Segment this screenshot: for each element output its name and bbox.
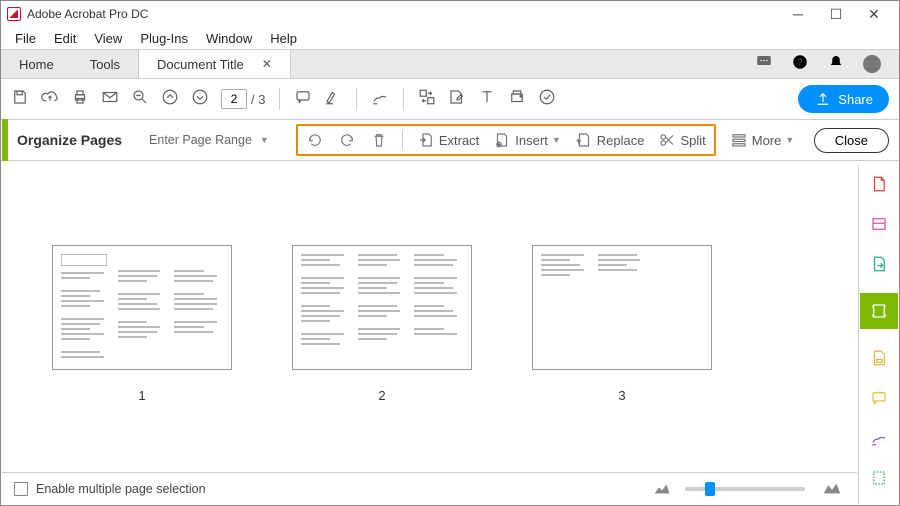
footer-bar: Enable multiple page selection [2,472,857,504]
text-icon[interactable] [478,88,496,111]
help-icon[interactable]: ? [791,53,809,76]
rail-organize-icon[interactable] [860,293,898,329]
split-button[interactable]: Split [658,131,705,149]
rotate-cw-button[interactable] [338,131,356,149]
comment-icon[interactable] [294,88,312,111]
bell-icon[interactable] [827,53,845,76]
print-production-icon[interactable] [508,88,526,111]
page-thumbnail[interactable]: 2 [292,245,472,471]
page-thumbnail[interactable]: 1 [52,245,232,471]
more-button[interactable]: More ▼ [730,131,795,149]
delete-button[interactable] [370,131,388,149]
rail-comment-icon[interactable] [868,387,890,409]
print-icon[interactable] [71,88,89,111]
extract-button[interactable]: Extract [417,131,479,149]
page-range-label: Enter Page Range [149,133,252,147]
tab-tools[interactable]: Tools [72,50,138,78]
multi-select-checkbox[interactable] [14,482,28,496]
rail-edit-icon[interactable] [868,347,890,369]
thumbnail-label: 2 [292,388,472,403]
thumbnail-label: 3 [532,388,712,403]
rail-export-icon[interactable] [868,253,890,275]
app-icon [7,7,21,21]
menu-plugins[interactable]: Plug-Ins [132,29,196,48]
tab-close-icon[interactable]: ✕ [262,57,272,71]
window-close[interactable]: ✕ [855,1,893,27]
zoom-out-icon[interactable] [131,88,149,111]
thumbnail-label: 1 [52,388,232,403]
page-down-icon[interactable] [191,88,209,111]
page-range-dropdown[interactable]: Enter Page Range ▼ [142,128,276,152]
tab-document-label: Document Title [157,57,244,72]
menu-window[interactable]: Window [198,29,260,48]
rail-protect-icon[interactable] [868,467,890,489]
avatar[interactable] [863,55,881,73]
titlebar: Adobe Acrobat Pro DC ─ ☐ ✕ [1,1,899,27]
chevron-down-icon: ▼ [552,135,561,145]
organize-accent [2,119,8,161]
rail-combine-icon[interactable] [868,213,890,235]
thumbnail-area: 1 2 3 [2,165,857,471]
insert-button[interactable]: Insert ▼ [493,131,560,149]
close-button[interactable]: Close [814,128,889,153]
cloud-upload-icon[interactable] [41,88,59,111]
rail-sign-icon[interactable] [868,427,890,449]
page-total-label: / 3 [251,92,265,107]
menu-bar: File Edit View Plug-Ins Window Help [1,27,899,49]
tab-home[interactable]: Home [1,50,72,78]
window-maximize[interactable]: ☐ [817,1,855,27]
window-minimize[interactable]: ─ [779,1,817,27]
menu-edit[interactable]: Edit [46,29,84,48]
tab-document[interactable]: Document Title ✕ [138,50,291,78]
zoom-small-icon[interactable] [653,483,671,495]
main-toolbar: / 3 Share [1,79,899,119]
menu-help[interactable]: Help [262,29,305,48]
share-button[interactable]: Share [798,85,889,113]
mail-icon[interactable] [101,88,119,111]
chat-icon[interactable] [755,53,773,76]
rotate-ccw-button[interactable] [306,131,324,149]
check-circle-icon[interactable] [538,88,556,111]
zoom-handle[interactable] [705,482,715,496]
zoom-slider[interactable] [685,487,805,491]
zoom-large-icon[interactable] [819,483,845,495]
chevron-down-icon: ▼ [260,135,269,145]
tool-rail [858,165,898,504]
page-number-input[interactable] [221,89,247,109]
chevron-down-icon: ▼ [785,135,794,145]
sign-icon[interactable] [371,88,389,111]
organize-highlight-group: Extract Insert ▼ Replace Split [296,124,716,156]
rail-create-pdf-icon[interactable] [868,173,890,195]
convert-icon[interactable] [418,88,436,111]
page-up-icon[interactable] [161,88,179,111]
page-thumbnail[interactable]: 3 [532,245,712,471]
multi-select-label: Enable multiple page selection [36,482,206,496]
tab-strip: Home Tools Document Title ✕ ? [1,49,899,79]
menu-file[interactable]: File [7,29,44,48]
highlight-icon[interactable] [324,88,342,111]
save-icon[interactable] [11,88,29,111]
edit-pdf-icon[interactable] [448,88,466,111]
app-title: Adobe Acrobat Pro DC [27,7,779,21]
replace-button[interactable]: Replace [575,131,645,149]
organize-bar: Organize Pages Enter Page Range ▼ Extrac… [1,119,899,161]
menu-view[interactable]: View [86,29,130,48]
organize-title: Organize Pages [17,132,122,148]
share-label: Share [838,92,873,107]
svg-text:?: ? [797,57,802,67]
